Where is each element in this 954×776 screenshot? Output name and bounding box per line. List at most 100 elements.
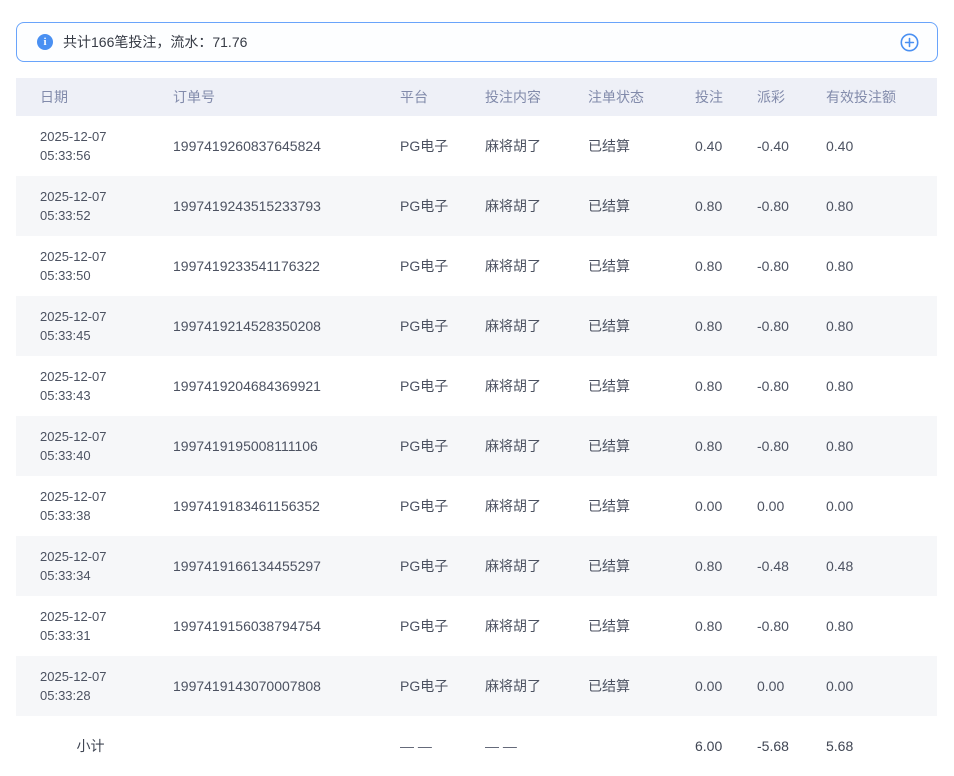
cell-date: 2025-12-07 05:33:38	[16, 487, 165, 525]
cell-valid-bet: 0.80	[814, 198, 937, 214]
cell-date: 2025-12-07 05:33:43	[16, 367, 165, 405]
subtotal-bet: 6.00	[687, 738, 749, 754]
cell-status: 已结算	[580, 556, 687, 576]
cell-date: 2025-12-07 05:33:28	[16, 667, 165, 705]
cell-valid-bet: 0.40	[814, 138, 937, 154]
table-row: 2025-12-07 05:33:50 1997419233541176322 …	[16, 236, 937, 296]
date-value: 2025-12-07	[40, 427, 165, 446]
cell-order-no: 1997419143070007808	[165, 678, 392, 694]
cell-payout: -0.40	[749, 138, 814, 154]
cell-status: 已结算	[580, 676, 687, 696]
cell-bet: 0.80	[687, 258, 749, 274]
cell-date: 2025-12-07 05:33:31	[16, 607, 165, 645]
table-row: 2025-12-07 05:33:56 1997419260837645824 …	[16, 116, 937, 176]
date-value: 2025-12-07	[40, 367, 165, 386]
cell-status: 已结算	[580, 496, 687, 516]
date-value: 2025-12-07	[40, 487, 165, 506]
subtotal-platform: — —	[392, 738, 477, 754]
cell-bet-content: 麻将胡了	[477, 556, 580, 576]
cell-bet: 0.40	[687, 138, 749, 154]
cell-bet-content: 麻将胡了	[477, 196, 580, 216]
cell-bet-content: 麻将胡了	[477, 316, 580, 336]
cell-bet: 0.00	[687, 678, 749, 694]
subtotal-payout: -5.68	[749, 738, 814, 754]
expand-summary-button[interactable]	[899, 32, 919, 52]
bet-summary-text: 共计166笔投注，流水：71.76	[63, 32, 247, 52]
time-value: 05:33:43	[40, 386, 165, 405]
cell-bet-content: 麻将胡了	[477, 376, 580, 396]
cell-bet-content: 麻将胡了	[477, 496, 580, 516]
cell-bet: 0.80	[687, 438, 749, 454]
cell-valid-bet: 0.00	[814, 498, 937, 514]
cell-bet: 0.80	[687, 318, 749, 334]
cell-status: 已结算	[580, 616, 687, 636]
plus-circle-icon	[900, 33, 919, 52]
cell-order-no: 1997419195008111106	[165, 438, 392, 454]
cell-bet: 0.80	[687, 198, 749, 214]
cell-bet: 0.80	[687, 378, 749, 394]
date-value: 2025-12-07	[40, 247, 165, 266]
cell-platform: PG电子	[392, 556, 477, 576]
cell-payout: -0.80	[749, 438, 814, 454]
cell-date: 2025-12-07 05:33:52	[16, 187, 165, 225]
cell-platform: PG电子	[392, 616, 477, 636]
cell-date: 2025-12-07 05:33:50	[16, 247, 165, 285]
table-row: 2025-12-07 05:33:45 1997419214528350208 …	[16, 296, 937, 356]
cell-bet-content: 麻将胡了	[477, 436, 580, 456]
cell-payout: -0.80	[749, 618, 814, 634]
column-header-date: 日期	[16, 87, 165, 107]
time-value: 05:33:38	[40, 506, 165, 525]
cell-date: 2025-12-07 05:33:34	[16, 547, 165, 585]
table-header-row: 日期 订单号 平台 投注内容 注单状态 投注 派彩 有效投注额	[16, 78, 937, 116]
column-header-status: 注单状态	[580, 87, 687, 107]
cell-date: 2025-12-07 05:33:40	[16, 427, 165, 465]
cell-status: 已结算	[580, 316, 687, 336]
cell-platform: PG电子	[392, 376, 477, 396]
column-header-bet-content: 投注内容	[477, 87, 580, 107]
cell-order-no: 1997419156038794754	[165, 618, 392, 634]
cell-platform: PG电子	[392, 256, 477, 276]
cell-valid-bet: 0.48	[814, 558, 937, 574]
date-value: 2025-12-07	[40, 127, 165, 146]
cell-order-no: 1997419166134455297	[165, 558, 392, 574]
cell-order-no: 1997419233541176322	[165, 258, 392, 274]
column-header-bet: 投注	[687, 87, 749, 107]
cell-payout: -0.80	[749, 318, 814, 334]
cell-platform: PG电子	[392, 676, 477, 696]
date-value: 2025-12-07	[40, 187, 165, 206]
cell-valid-bet: 0.80	[814, 378, 937, 394]
cell-payout: -0.80	[749, 378, 814, 394]
cell-platform: PG电子	[392, 196, 477, 216]
cell-order-no: 1997419243515233793	[165, 198, 392, 214]
cell-order-no: 1997419214528350208	[165, 318, 392, 334]
time-value: 05:33:52	[40, 206, 165, 225]
info-circle-icon: i	[37, 34, 53, 50]
cell-platform: PG电子	[392, 316, 477, 336]
cell-payout: -0.80	[749, 198, 814, 214]
cell-valid-bet: 0.80	[814, 438, 937, 454]
date-value: 2025-12-07	[40, 607, 165, 626]
table-row: 2025-12-07 05:33:28 1997419143070007808 …	[16, 656, 937, 716]
cell-order-no: 1997419183461156352	[165, 498, 392, 514]
cell-bet: 0.80	[687, 558, 749, 574]
cell-bet: 0.00	[687, 498, 749, 514]
cell-valid-bet: 0.00	[814, 678, 937, 694]
cell-date: 2025-12-07 05:33:45	[16, 307, 165, 345]
cell-bet-content: 麻将胡了	[477, 256, 580, 276]
cell-bet-content: 麻将胡了	[477, 136, 580, 156]
table-row: 2025-12-07 05:33:31 1997419156038794754 …	[16, 596, 937, 656]
table-row: 2025-12-07 05:33:34 1997419166134455297 …	[16, 536, 937, 596]
cell-status: 已结算	[580, 436, 687, 456]
time-value: 05:33:28	[40, 686, 165, 705]
column-header-payout: 派彩	[749, 87, 814, 107]
cell-payout: -0.80	[749, 258, 814, 274]
cell-platform: PG电子	[392, 136, 477, 156]
cell-bet-content: 麻将胡了	[477, 616, 580, 636]
cell-status: 已结算	[580, 196, 687, 216]
subtotal-label: 小计	[16, 736, 165, 756]
column-header-valid-bet: 有效投注额	[814, 87, 937, 107]
cell-order-no: 1997419204684369921	[165, 378, 392, 394]
time-value: 05:33:34	[40, 566, 165, 585]
subtotal-bet-content: — —	[477, 738, 580, 754]
cell-payout: -0.48	[749, 558, 814, 574]
